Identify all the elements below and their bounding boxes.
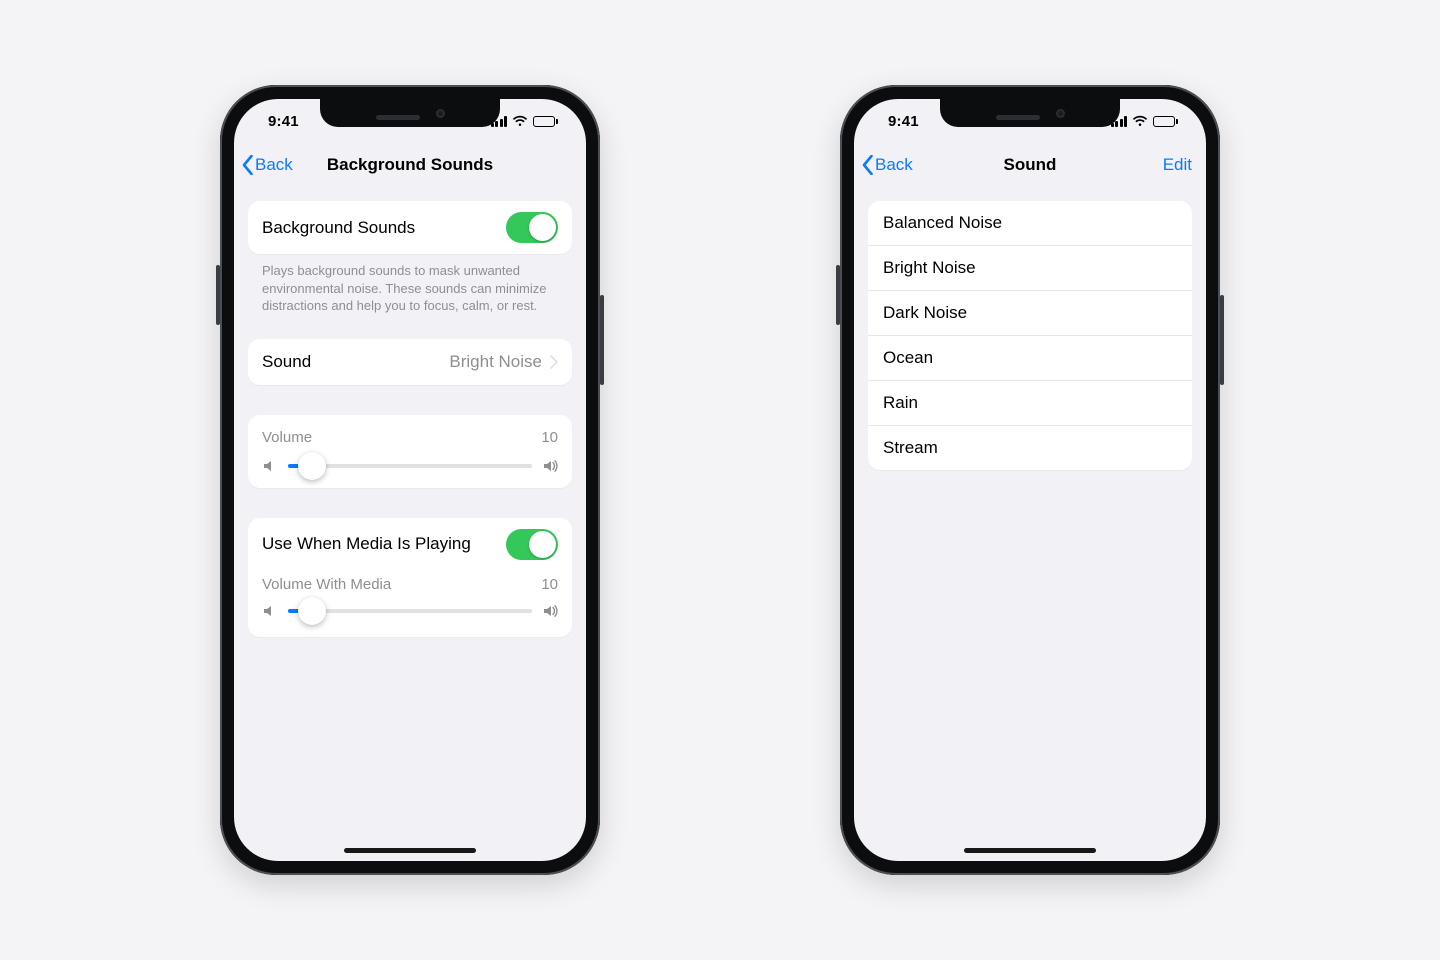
volume-label: Volume — [262, 429, 312, 446]
volume-card: Volume 10 — [248, 415, 572, 488]
back-button[interactable]: Back — [862, 143, 913, 187]
phone-left-screen: 9:41 Back Background Sounds Background S… — [234, 99, 586, 861]
nav-bar: Back Sound Edit — [854, 143, 1206, 187]
battery-icon — [533, 116, 558, 127]
edit-button[interactable]: Edit — [1163, 143, 1192, 187]
media-volume-label: Volume With Media — [262, 576, 391, 593]
back-label: Back — [875, 155, 913, 175]
nav-title: Background Sounds — [327, 155, 493, 175]
phone-right-screen: 9:41 Back Sound Edit Balanced NoiseBrigh… — [854, 99, 1206, 861]
use-with-media-row[interactable]: Use When Media Is Playing — [248, 518, 572, 572]
sound-option[interactable]: Ocean — [868, 335, 1192, 380]
sound-option[interactable]: Dark Noise — [868, 290, 1192, 335]
volume-slider[interactable] — [288, 464, 532, 468]
status-indicators — [491, 115, 565, 127]
sound-option[interactable]: Rain — [868, 380, 1192, 425]
status-indicators — [1111, 115, 1185, 127]
speaker-low-icon — [262, 603, 278, 619]
wifi-icon — [512, 115, 528, 127]
status-time: 9:41 — [256, 113, 299, 130]
background-sounds-toggle[interactable] — [506, 212, 558, 243]
phone-right: 9:41 Back Sound Edit Balanced NoiseBrigh… — [840, 85, 1220, 875]
media-volume-value: 10 — [541, 576, 558, 593]
nav-bar: Back Background Sounds — [234, 143, 586, 187]
battery-icon — [1153, 116, 1178, 127]
nav-title: Sound — [1004, 155, 1057, 175]
notch — [320, 99, 500, 127]
status-time: 9:41 — [876, 113, 919, 130]
sound-row[interactable]: Sound Bright Noise — [248, 339, 572, 385]
background-sounds-row[interactable]: Background Sounds — [248, 201, 572, 254]
phone-left: 9:41 Back Background Sounds Background S… — [220, 85, 600, 875]
sound-option[interactable]: Balanced Noise — [868, 201, 1192, 245]
back-label: Back — [255, 155, 293, 175]
sound-option[interactable]: Stream — [868, 425, 1192, 470]
background-sounds-footnote: Plays background sounds to mask unwanted… — [248, 254, 572, 315]
sound-label: Sound — [262, 352, 311, 372]
chevron-left-icon — [242, 155, 254, 175]
wifi-icon — [1132, 115, 1148, 127]
speaker-high-icon — [542, 458, 558, 474]
back-button[interactable]: Back — [242, 143, 293, 187]
sound-option[interactable]: Bright Noise — [868, 245, 1192, 290]
volume-value: 10 — [541, 429, 558, 446]
notch — [940, 99, 1120, 127]
edit-label: Edit — [1163, 155, 1192, 175]
sound-value: Bright Noise — [449, 352, 542, 372]
sound-list: Balanced NoiseBright NoiseDark NoiseOcea… — [868, 201, 1192, 470]
use-with-media-label: Use When Media Is Playing — [262, 534, 471, 554]
home-indicator[interactable] — [964, 848, 1096, 853]
use-with-media-toggle[interactable] — [506, 529, 558, 560]
chevron-left-icon — [862, 155, 874, 175]
background-sounds-label: Background Sounds — [262, 218, 415, 238]
speaker-high-icon — [542, 603, 558, 619]
chevron-right-icon — [550, 355, 558, 369]
media-volume-slider[interactable] — [288, 609, 532, 613]
home-indicator[interactable] — [344, 848, 476, 853]
speaker-low-icon — [262, 458, 278, 474]
